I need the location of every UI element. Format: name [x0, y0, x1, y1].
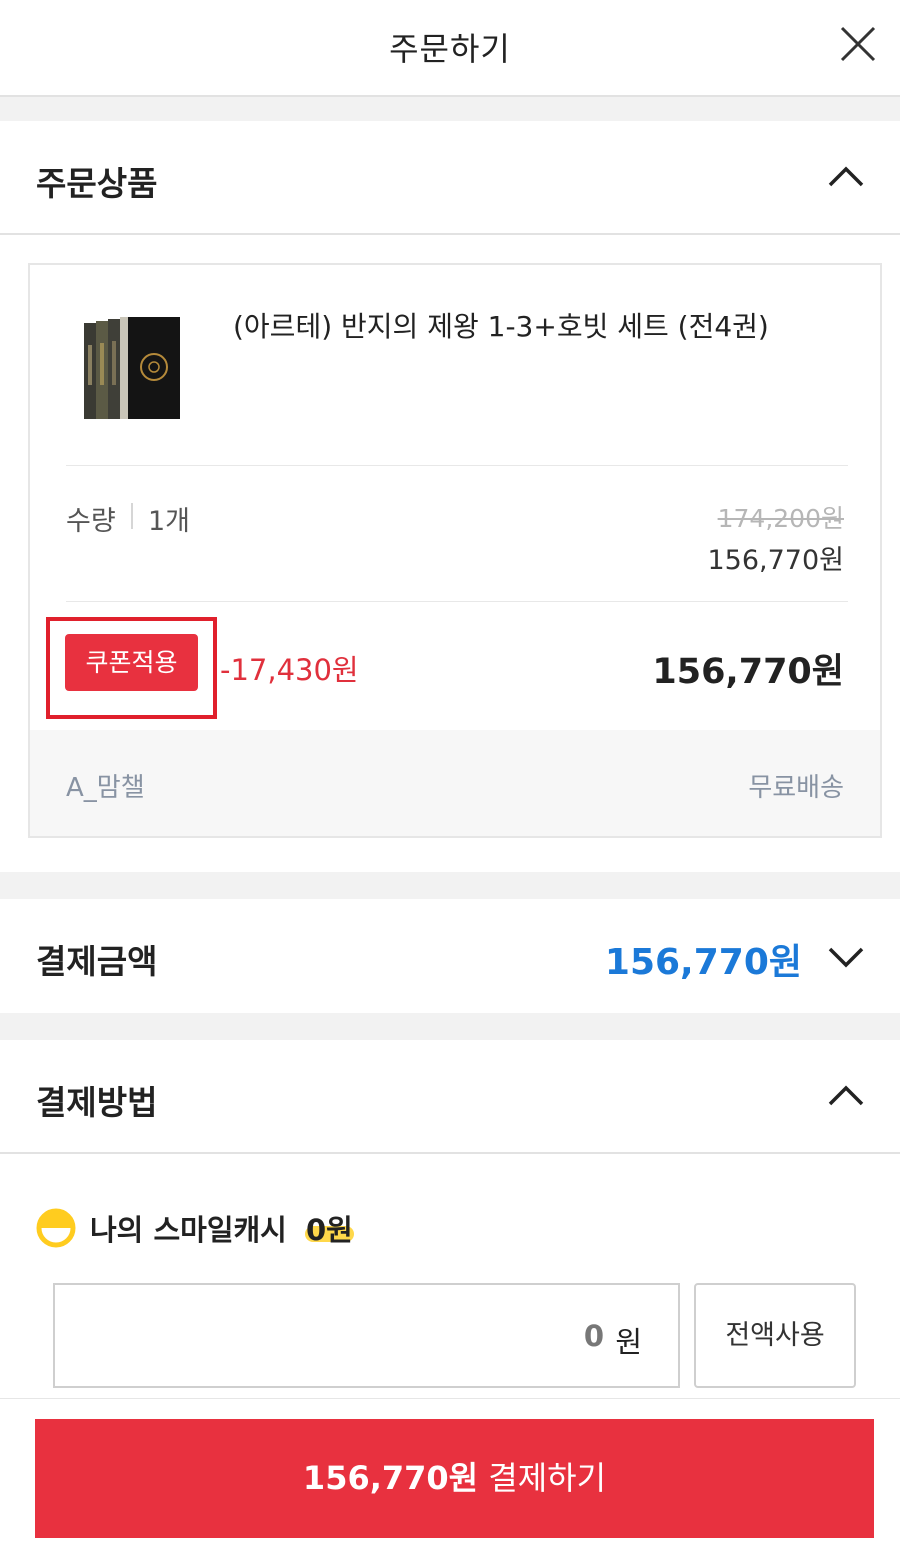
product-card: (아르테) 반지의 제왕 1-3+호빗 세트 (전4권) 수량 1개 174,2…	[28, 263, 882, 838]
header: 주문하기	[0, 0, 900, 97]
final-price: 156,770원	[652, 652, 844, 692]
card-footer: A_맘챌 무료배송	[30, 730, 880, 836]
original-price: 174,200원	[717, 504, 844, 533]
smile-cash-icon	[36, 1208, 76, 1248]
divider	[131, 503, 133, 529]
sale-price: 156,770원	[707, 545, 845, 576]
payment-amount-title: 결제금액	[36, 942, 158, 981]
quantity-label: 수량	[66, 506, 116, 537]
smile-cash-input[interactable]: 0 원	[53, 1283, 680, 1388]
coupon-discount: -17,430원	[220, 653, 359, 687]
product-name[interactable]: (아르테) 반지의 제왕 1-3+호빗 세트 (전4권)	[233, 307, 853, 347]
payment-method-header[interactable]: 결제방법	[0, 1040, 900, 1154]
divider	[66, 465, 848, 466]
coupon-apply-button[interactable]: 쿠폰적용	[65, 634, 198, 691]
order-items-header[interactable]: 주문상품	[0, 121, 900, 235]
pay-button-amount: 156,770원	[302, 1459, 479, 1497]
chevron-up-icon[interactable]	[826, 157, 866, 197]
smile-cash-amount: 0원	[306, 1213, 353, 1247]
section-gap	[0, 1013, 900, 1040]
seller-name: A_맘챌	[66, 773, 145, 803]
page-title: 주문하기	[389, 30, 511, 68]
smile-cash-input-value: 0	[583, 1319, 604, 1353]
payment-amount-value: 156,770원	[604, 942, 802, 983]
quantity-value: 1개	[148, 506, 191, 537]
shipping-info: 무료배송	[748, 773, 844, 803]
smile-cash-label: 나의 스마일캐시	[90, 1213, 287, 1247]
order-items-title: 주문상품	[36, 164, 158, 203]
use-all-button[interactable]: 전액사용	[694, 1283, 856, 1388]
close-icon[interactable]	[836, 22, 880, 66]
smile-cash-input-unit: 원	[615, 1325, 642, 1359]
section-gap	[0, 97, 900, 121]
payment-amount-header[interactable]: 결제금액 156,770원	[0, 899, 900, 1013]
section-gap	[0, 872, 900, 899]
payment-method-title: 결제방법	[36, 1083, 158, 1122]
bottom-bar: 156,770원 결제하기	[0, 1398, 900, 1553]
chevron-up-icon[interactable]	[826, 1076, 866, 1116]
chevron-down-icon[interactable]	[826, 937, 866, 977]
book-box-set-image	[84, 317, 180, 419]
divider	[66, 601, 848, 602]
pay-button-label: 결제하기	[488, 1459, 607, 1497]
pay-button[interactable]: 156,770원 결제하기	[35, 1419, 874, 1538]
